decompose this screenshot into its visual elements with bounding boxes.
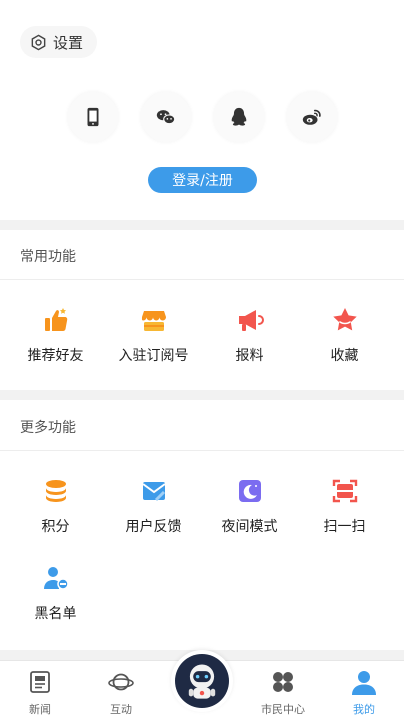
recommend-friends-item[interactable]: 推荐好友 xyxy=(5,305,106,375)
scan-item[interactable]: 扫一扫 xyxy=(294,476,395,546)
subscribe-account-label: 入驻订阅号 xyxy=(118,348,189,364)
night-mode-item[interactable]: 夜间模式 xyxy=(199,476,300,546)
subscribe-account-item[interactable]: 入驻订阅号 xyxy=(103,305,204,375)
tab-news-label: 新闻 xyxy=(29,703,51,716)
common-functions-title: 常用功能 xyxy=(20,249,76,265)
tab-interaction[interactable]: 互动 xyxy=(81,669,161,717)
recommend-friends-label: 推荐好友 xyxy=(27,348,84,364)
more-functions-title: 更多功能 xyxy=(20,420,76,436)
weibo-login-button[interactable] xyxy=(287,92,337,142)
user-feedback-item[interactable]: 用户反馈 xyxy=(103,476,204,546)
user-icon xyxy=(352,671,376,695)
wechat-icon xyxy=(156,110,176,125)
blacklist-user-icon xyxy=(43,567,69,590)
blacklist-label: 黑名单 xyxy=(34,606,77,622)
center-home-button[interactable] xyxy=(171,650,233,712)
clover-icon xyxy=(273,672,293,692)
moon-icon xyxy=(238,480,261,502)
night-mode-label: 夜间模式 xyxy=(221,519,278,535)
divider xyxy=(0,450,404,451)
settings-button[interactable]: 设置 xyxy=(20,26,98,58)
points-label: 积分 xyxy=(41,519,70,535)
news-icon xyxy=(30,671,50,693)
scan-icon xyxy=(332,479,357,503)
tab-citizen-center-label: 市民中心 xyxy=(261,703,305,716)
thumbs-up-icon xyxy=(44,308,67,331)
blacklist-item[interactable]: 黑名单 xyxy=(5,563,106,633)
login-register-button[interactable]: 登录/注册 xyxy=(148,167,257,193)
megaphone-icon xyxy=(238,310,264,331)
settings-icon xyxy=(31,34,46,50)
tab-mine-label: 我的 xyxy=(353,703,375,716)
tab-interaction-label: 互动 xyxy=(110,703,132,716)
coins-icon xyxy=(45,480,66,502)
qq-login-button[interactable] xyxy=(214,92,264,142)
weibo-icon xyxy=(302,109,321,125)
login-options xyxy=(0,92,404,142)
tab-citizen-center[interactable]: 市民中心 xyxy=(243,669,323,717)
settings-label: 设置 xyxy=(53,33,84,52)
star-icon xyxy=(332,308,357,331)
phone-icon xyxy=(87,107,99,127)
report-tip-label: 报料 xyxy=(235,348,264,364)
section-gap xyxy=(0,220,404,230)
planet-icon xyxy=(108,673,134,691)
phone-login-button[interactable] xyxy=(68,92,118,142)
wechat-login-button[interactable] xyxy=(141,92,191,142)
tab-mine[interactable]: 我的 xyxy=(324,669,404,717)
favorites-label: 收藏 xyxy=(330,348,359,364)
feedback-mail-icon xyxy=(141,482,166,502)
favorites-item[interactable]: 收藏 xyxy=(294,305,395,375)
divider xyxy=(0,279,404,280)
report-tip-item[interactable]: 报料 xyxy=(199,305,300,375)
scan-label: 扫一扫 xyxy=(323,519,366,535)
astronaut-icon xyxy=(188,664,216,699)
section-gap xyxy=(0,390,404,400)
shop-icon xyxy=(141,311,166,331)
user-feedback-label: 用户反馈 xyxy=(125,519,182,535)
points-item[interactable]: 积分 xyxy=(5,476,106,546)
qq-icon xyxy=(231,107,247,126)
tab-news[interactable]: 新闻 xyxy=(0,669,80,717)
